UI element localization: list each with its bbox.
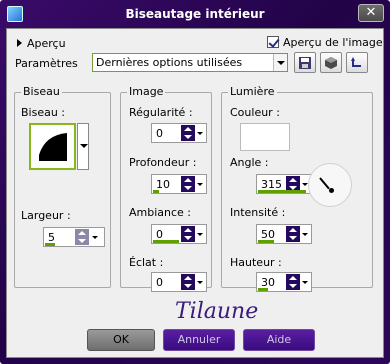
intensity-label: Intensité : — [230, 206, 286, 219]
angle-spinner[interactable]: 315 — [256, 174, 312, 194]
ambience-dropdown[interactable] — [196, 226, 205, 242]
bevel-label: Biseau : — [21, 106, 66, 119]
preview-toggle-label[interactable]: Aperçu — [27, 37, 66, 50]
undo-icon — [351, 57, 361, 67]
smoothness-dropdown[interactable] — [196, 125, 205, 141]
dial-knob-icon — [329, 188, 334, 193]
title-bar[interactable]: Biseautage intérieur ✕ — [0, 0, 390, 28]
shine-value: 0 — [156, 276, 163, 289]
presets-dropdown[interactable]: Dernières options utilisées — [92, 53, 288, 72]
ambience-spinner[interactable]: 0 — [151, 224, 207, 244]
smoothness-label: Régularité : — [129, 106, 193, 119]
angle-level-bar — [258, 190, 306, 193]
chevron-down-icon[interactable] — [273, 54, 287, 71]
height-spinner[interactable]: 30 — [256, 272, 312, 292]
ok-button[interactable]: OK — [87, 329, 155, 351]
image-group: Image Régularité : 0 Profondeur : 10 Amb… — [120, 85, 212, 292]
bevel-shape-dropdown[interactable] — [77, 123, 89, 170]
image-group-title: Image — [127, 85, 166, 98]
shine-spinner[interactable]: 0 — [151, 272, 207, 292]
expand-arrow-icon[interactable] — [17, 39, 22, 47]
reset-icon — [325, 57, 337, 69]
cancel-button[interactable]: Annuler — [163, 329, 235, 351]
dialog-window: Biseautage intérieur ✕ Aperçu Aperçu de … — [0, 0, 390, 364]
bevel-shape-icon — [39, 133, 67, 161]
width-spinner[interactable]: 5 — [43, 227, 105, 247]
width-dropdown[interactable] — [91, 229, 100, 245]
smoothness-spinner[interactable]: 0 — [151, 123, 207, 143]
close-button[interactable]: ✕ — [358, 4, 384, 22]
reset-preset-button[interactable] — [320, 52, 342, 73]
angle-label: Angle : — [230, 156, 269, 169]
angle-dial[interactable] — [308, 163, 352, 207]
light-group-title: Lumière — [228, 85, 277, 98]
light-group: Lumière Couleur : Angle : 315 Intensité … — [221, 85, 373, 292]
help-button[interactable]: Aide — [243, 329, 315, 351]
intensity-dropdown[interactable] — [301, 226, 310, 242]
width-level-bar — [45, 243, 55, 246]
intensity-level-bar — [258, 240, 274, 243]
depth-label: Profondeur : — [129, 156, 197, 169]
shine-dropdown[interactable] — [196, 274, 205, 290]
ambience-level-bar — [153, 240, 179, 243]
color-label: Couleur : — [230, 106, 280, 119]
intensity-spinner[interactable]: 50 — [256, 224, 312, 244]
save-preset-button[interactable] — [294, 52, 316, 73]
show-image-checkbox[interactable] — [267, 36, 279, 48]
show-image-label[interactable]: Aperçu de l'image — [283, 36, 383, 49]
dialog-body: Aperçu Aperçu de l'image Paramètres Dern… — [6, 28, 384, 358]
shine-label: Éclat : — [129, 256, 164, 269]
width-label: Largeur : — [21, 209, 71, 222]
height-dropdown[interactable] — [301, 274, 310, 290]
smoothness-stepper[interactable] — [181, 125, 195, 141]
bevel-group-title: Biseau — [21, 85, 62, 98]
ambience-stepper[interactable] — [181, 226, 195, 242]
signature-watermark: Tilaune — [175, 299, 259, 324]
depth-spinner[interactable]: 10 — [151, 174, 207, 194]
height-stepper[interactable] — [286, 274, 300, 290]
height-label: Hauteur : — [230, 256, 282, 269]
depth-level-bar — [153, 190, 159, 193]
intensity-stepper[interactable] — [286, 226, 300, 242]
ambience-label: Ambiance : — [129, 206, 192, 219]
bevel-group: Biseau Biseau : Largeur : 5 — [14, 85, 111, 288]
bevel-shape-picker[interactable] — [29, 123, 76, 170]
smoothness-value: 0 — [156, 127, 163, 140]
width-stepper[interactable] — [75, 229, 89, 245]
height-level-bar — [258, 288, 268, 291]
presets-label: Paramètres — [15, 57, 78, 70]
light-color-swatch[interactable] — [240, 123, 290, 151]
shine-stepper[interactable] — [181, 274, 195, 290]
presets-selected-value: Dernières options utilisées — [96, 56, 243, 69]
depth-dropdown[interactable] — [196, 176, 205, 192]
depth-stepper[interactable] — [181, 176, 195, 192]
window-title: Biseautage intérieur — [125, 7, 265, 21]
undo-preset-button[interactable] — [346, 52, 368, 73]
dial-needle-icon — [319, 177, 330, 190]
save-icon — [299, 57, 311, 69]
